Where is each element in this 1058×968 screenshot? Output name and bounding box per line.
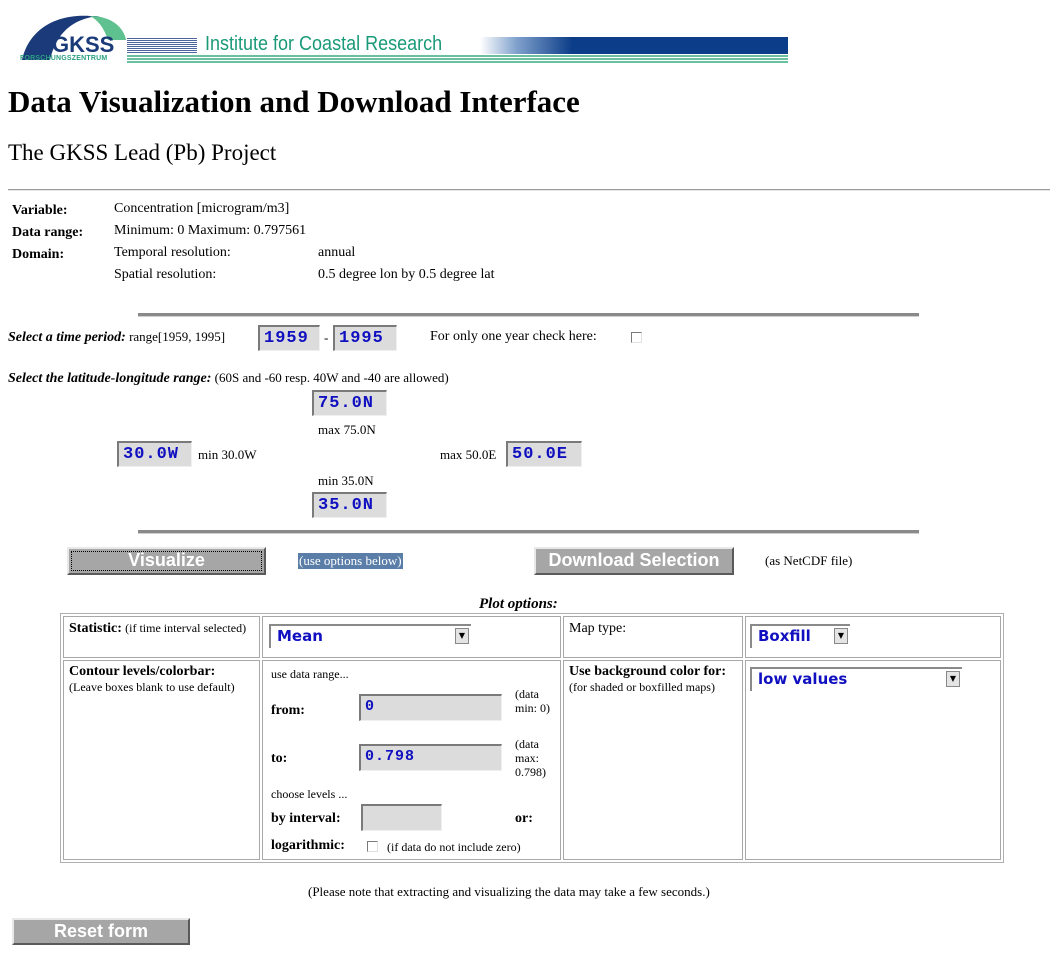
background-note: (for shaded or boxfilled maps) <box>569 680 715 694</box>
to-label: to: <box>271 751 288 766</box>
download-selection-button[interactable]: Download Selection <box>534 547 734 575</box>
logarithmic-checkbox[interactable] <box>367 841 378 852</box>
spatial-resolution-label: Spatial resolution: <box>114 267 217 282</box>
maptype-cell: Map type: <box>563 616 743 658</box>
background-cell: Use background color for: (for shaded or… <box>563 660 743 860</box>
south-note: min 35.0N <box>318 473 374 488</box>
year-separator: - <box>324 330 329 345</box>
dropdown-arrow-icon: ▼ <box>455 628 469 644</box>
background-selected: low values <box>758 670 848 688</box>
maptype-selected: Boxfill <box>758 627 811 645</box>
section-divider-2 <box>138 530 919 534</box>
download-note: (as NetCDF file) <box>765 553 853 568</box>
from-input[interactable]: 0 <box>359 694 502 721</box>
institute-banner: GKSS FORSCHUNGSZENTRUM Institute for Coa… <box>20 14 790 66</box>
visualize-note: (use options below) <box>298 553 403 569</box>
variable-label: Variable: <box>12 203 68 218</box>
north-note: max 75.0N <box>318 422 376 437</box>
contour-inputs-cell: use data range... from: 0 (data min: 0) … <box>262 660 561 860</box>
divider <box>8 189 1050 191</box>
logarithmic-label: logarithmic: <box>271 838 345 853</box>
background-label: Use background color for: <box>569 664 726 679</box>
latlon-hint: (60S and -60 resp. 40W and -40 are allow… <box>214 370 449 385</box>
maptype-label: Map type: <box>569 621 627 636</box>
one-year-checkbox[interactable] <box>631 332 642 343</box>
to-note: (data max: 0.798) <box>515 737 546 779</box>
statistic-select-cell: Mean ▼ <box>262 616 561 658</box>
west-lon-input[interactable]: 30.0W <box>117 441 192 467</box>
processing-note: (Please note that extracting and visuali… <box>308 884 710 899</box>
maptype-select-cell: Boxfill ▼ <box>745 616 1001 658</box>
banner-blue-bar <box>480 37 788 54</box>
interval-input[interactable] <box>361 804 442 831</box>
statistic-label: Statistic: <box>69 621 122 636</box>
west-note: min 30.0W <box>198 447 257 462</box>
statistic-cell: Statistic: (if time interval selected) <box>63 616 260 658</box>
latlon-label: Select the latitude-longitude range: <box>8 371 212 386</box>
background-select[interactable]: low values ▼ <box>750 667 962 691</box>
maptype-select[interactable]: Boxfill ▼ <box>750 624 850 648</box>
statistic-selected: Mean <box>277 627 323 645</box>
temporal-resolution-value: annual <box>318 245 356 260</box>
east-lon-input[interactable]: 50.0E <box>506 441 582 467</box>
background-select-cell: low values ▼ <box>745 660 1001 860</box>
logarithmic-note: (if data do not include zero) <box>387 840 521 854</box>
latlon-row: Select the latitude-longitude range: (60… <box>8 370 449 387</box>
time-range-hint: range[1959, 1995] <box>129 329 226 344</box>
statistic-select[interactable]: Mean ▼ <box>269 624 471 648</box>
to-input[interactable]: 0.798 <box>359 744 502 771</box>
page-title: Data Visualization and Download Interfac… <box>8 84 580 119</box>
end-year-input[interactable]: 1995 <box>333 325 397 351</box>
north-lat-input[interactable]: 75.0N <box>312 390 387 416</box>
start-year-input[interactable]: 1959 <box>258 325 320 351</box>
interval-label: by interval: <box>271 811 341 826</box>
contour-label: Contour levels/colorbar: <box>69 664 216 679</box>
contour-cell: Contour levels/colorbar: (Leave boxes bl… <box>63 660 260 860</box>
use-range-text: use data range... <box>271 667 349 681</box>
reset-form-button[interactable]: Reset form <box>12 918 190 945</box>
or-label: or: <box>515 811 533 826</box>
focus-ring <box>71 551 262 571</box>
time-period-label: Select a time period: <box>8 330 126 345</box>
contour-note: (Leave boxes blank to use default) <box>69 680 235 694</box>
variable-value: Concentration [microgram/m3] <box>114 201 290 216</box>
section-divider <box>138 313 919 317</box>
data-range-label: Data range: <box>12 225 84 240</box>
east-note: max 50.0E <box>440 447 497 462</box>
one-year-label: For only one year check here: <box>430 329 597 344</box>
from-label: from: <box>271 703 305 718</box>
south-lat-input[interactable]: 35.0N <box>312 492 387 518</box>
from-note: (data min: 0) <box>515 687 550 715</box>
time-period-row: Select a time period: range[1959, 1995] <box>8 329 225 346</box>
institute-name: Institute for Coastal Research <box>205 33 443 55</box>
domain-label: Domain: <box>12 247 65 262</box>
statistic-note: (if time interval selected) <box>125 621 247 635</box>
banner-green-lines <box>127 55 788 63</box>
dropdown-arrow-icon: ▼ <box>834 628 848 644</box>
data-range-value: Minimum: 0 Maximum: 0.797561 <box>114 223 307 238</box>
project-title: The GKSS Lead (Pb) Project <box>8 140 277 165</box>
temporal-resolution-label: Temporal resolution: <box>114 245 231 260</box>
plot-options-title: Plot options: <box>479 596 558 612</box>
visualize-button[interactable]: Visualize <box>67 547 266 575</box>
plot-options-table: Statistic: (if time interval selected) M… <box>60 613 1004 863</box>
spatial-resolution-value: 0.5 degree lon by 0.5 degree lat <box>318 267 495 282</box>
dropdown-arrow-icon: ▼ <box>946 671 960 687</box>
logo-subtext: FORSCHUNGSZENTRUM <box>20 55 108 62</box>
banner-stripes <box>127 38 197 54</box>
choose-levels-text: choose levels ... <box>271 787 348 801</box>
